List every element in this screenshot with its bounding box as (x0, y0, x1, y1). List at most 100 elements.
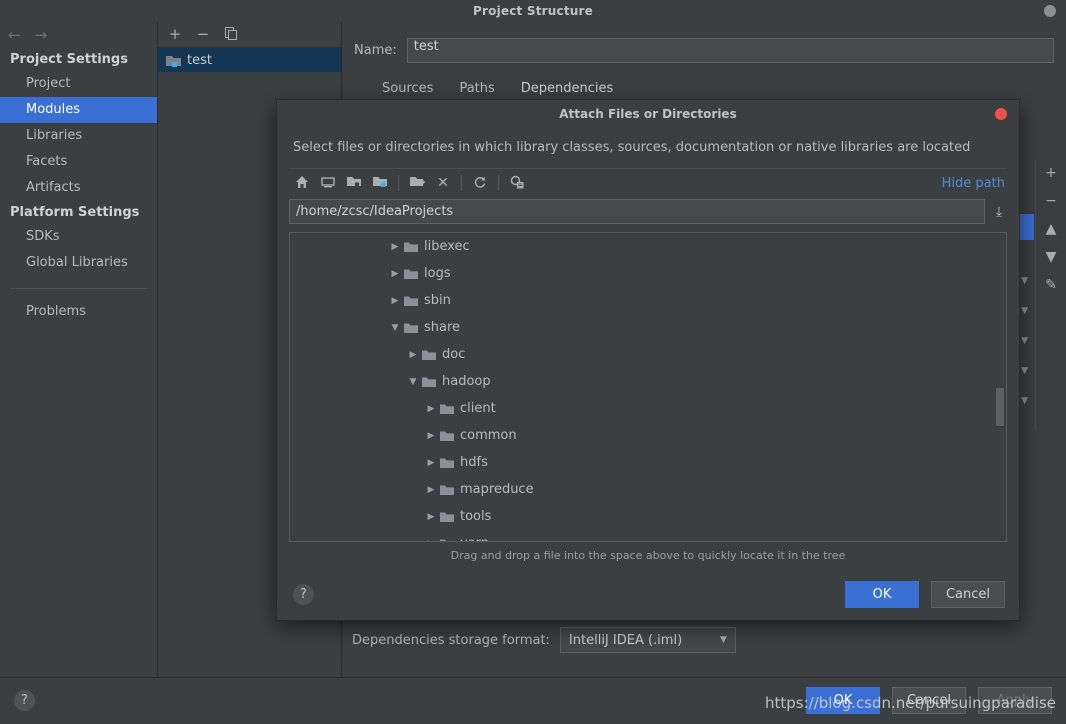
refresh-icon[interactable] (467, 175, 493, 192)
cancel-button[interactable]: Cancel (892, 687, 966, 714)
folder-icon (422, 350, 436, 360)
module-name-label: test (187, 52, 212, 68)
chevron-right-icon[interactable]: ▶ (424, 512, 438, 522)
tab-paths[interactable]: Paths (459, 81, 494, 96)
folder-icon (440, 458, 454, 468)
file-tree-item-label: libexec (424, 239, 470, 254)
help-button[interactable]: ? (14, 690, 35, 711)
new-folder-icon[interactable] (404, 175, 430, 191)
chevron-down-icon[interactable]: ▼ (1021, 397, 1028, 406)
list-item[interactable]: ▶ mapreduce (290, 476, 1006, 503)
chevron-right-icon[interactable]: ▶ (424, 431, 438, 441)
delete-icon[interactable]: ✕ (430, 176, 456, 190)
storage-format-select[interactable]: IntelliJ IDEA (.iml) ▼ (559, 627, 736, 653)
hide-path-link[interactable]: Hide path (942, 176, 1005, 191)
remove-module-button[interactable]: − (195, 27, 211, 42)
path-history-icon[interactable]: ⤓ (991, 204, 1007, 220)
chevron-down-icon: ▼ (720, 635, 727, 645)
scope-combo-arrows: ▼ ▼ ▼ ▼ ▼ (1021, 277, 1028, 406)
sidebar-item-project[interactable]: Project (0, 71, 157, 97)
window-close-icon[interactable] (1044, 5, 1056, 17)
chevron-down-icon[interactable]: ▼ (1021, 277, 1028, 286)
list-item[interactable]: ▶ common (290, 422, 1006, 449)
module-folder-icon (166, 55, 181, 67)
file-tree-scrollbar[interactable] (996, 388, 1004, 426)
move-down-button[interactable]: ▼ (1046, 250, 1057, 264)
tab-sources[interactable]: Sources (382, 81, 433, 96)
show-hidden-icon[interactable] (504, 175, 530, 192)
selected-row-indicator (1020, 214, 1034, 240)
sidebar-item-modules[interactable]: Modules (0, 97, 157, 123)
list-item[interactable]: ▶ doc (290, 341, 1006, 368)
edit-button[interactable]: ✎ (1045, 278, 1057, 292)
list-item[interactable]: ▶ tools (290, 503, 1006, 530)
sidebar-item-problems[interactable]: Problems (0, 299, 157, 325)
dialog-ok-button[interactable]: OK (845, 581, 919, 608)
list-item[interactable]: ▶ hdfs (290, 449, 1006, 476)
add-dependency-button[interactable]: + (1045, 166, 1057, 180)
chevron-down-icon[interactable]: ▼ (388, 323, 402, 333)
dialog-help-button[interactable]: ? (293, 584, 314, 605)
desktop-icon[interactable] (315, 175, 341, 192)
list-item[interactable]: ▶ libexec (290, 233, 1006, 260)
project-folder-icon[interactable] (367, 175, 393, 191)
remove-dependency-button[interactable]: − (1045, 194, 1057, 208)
folder-icon (440, 431, 454, 441)
list-item[interactable]: ▶ logs (290, 260, 1006, 287)
chevron-right-icon[interactable]: ▶ (424, 404, 438, 414)
chevron-right-icon[interactable]: ▶ (424, 539, 438, 542)
sidebar-item-artifacts[interactable]: Artifacts (0, 175, 157, 201)
toolbar-divider (461, 175, 462, 191)
file-tree-item-label: logs (424, 266, 451, 281)
sidebar-item-libraries[interactable]: Libraries (0, 123, 157, 149)
sidebar-item-facets[interactable]: Facets (0, 149, 157, 175)
back-arrow-icon[interactable]: ← (8, 27, 21, 43)
folder-icon (440, 539, 454, 541)
list-item[interactable]: ▼ share (290, 314, 1006, 341)
chevron-right-icon[interactable]: ▶ (406, 350, 420, 360)
add-module-button[interactable]: + (167, 27, 183, 42)
chevron-down-icon[interactable]: ▼ (1021, 337, 1028, 346)
tab-dependencies[interactable]: Dependencies (521, 81, 614, 96)
sidebar-divider (10, 288, 147, 289)
chevron-right-icon[interactable]: ▶ (388, 242, 402, 252)
forward-arrow-icon[interactable]: → (35, 27, 48, 43)
dialog-cancel-button[interactable]: Cancel (931, 581, 1005, 608)
chevron-down-icon[interactable]: ▼ (1021, 367, 1028, 376)
list-item[interactable]: ▶ yarn (290, 530, 1006, 542)
apply-button[interactable]: Apply (978, 687, 1052, 714)
folder-icon (440, 485, 454, 495)
chevron-right-icon[interactable]: ▶ (424, 458, 438, 468)
table-row[interactable]: test (158, 48, 341, 72)
copy-module-button[interactable] (223, 26, 239, 43)
chevron-down-icon[interactable]: ▼ (406, 377, 420, 387)
parent-folder-icon[interactable] (341, 175, 367, 191)
folder-icon (440, 404, 454, 414)
name-input[interactable]: test (406, 38, 1054, 63)
file-tree-item-label: yarn (460, 536, 489, 541)
sidebar-heading-platform-settings: Platform Settings (10, 205, 140, 220)
path-input[interactable]: /home/zcsc/IdeaProjects (289, 199, 985, 224)
home-icon[interactable] (289, 175, 315, 192)
list-item[interactable]: ▶ client (290, 395, 1006, 422)
move-up-button[interactable]: ▲ (1046, 222, 1057, 236)
drag-drop-hint: Drag and drop a file into the space abov… (450, 549, 846, 562)
sidebar-item-sdks[interactable]: SDKs (0, 224, 157, 250)
chevron-right-icon[interactable]: ▶ (424, 485, 438, 495)
sidebar-navigation: ← → (0, 22, 157, 48)
chevron-right-icon[interactable]: ▶ (388, 269, 402, 279)
ok-button[interactable]: OK (806, 687, 880, 714)
chevron-down-icon[interactable]: ▼ (1021, 307, 1028, 316)
file-tree-item-label: mapreduce (460, 482, 534, 497)
window-bottom-bar: ? OK Cancel Apply https://blog.csdn.net/… (0, 677, 1066, 724)
file-tree[interactable]: ▶ libexec ▶ logs ▶ sbin ▼ share ▶ doc ▼ hadoop ▶ clie… (289, 232, 1007, 542)
list-item[interactable]: ▶ sbin (290, 287, 1006, 314)
chevron-right-icon[interactable]: ▶ (388, 296, 402, 306)
dialog-action-buttons: OK Cancel (845, 581, 1005, 608)
sidebar-item-global-libraries[interactable]: Global Libraries (0, 250, 157, 276)
dialog-close-icon[interactable] (995, 108, 1007, 120)
copy-icon (224, 26, 237, 40)
list-item[interactable]: ▼ hadoop (290, 368, 1006, 395)
file-tree-item-label: client (460, 401, 496, 416)
file-tree-item-label: common (460, 428, 517, 443)
